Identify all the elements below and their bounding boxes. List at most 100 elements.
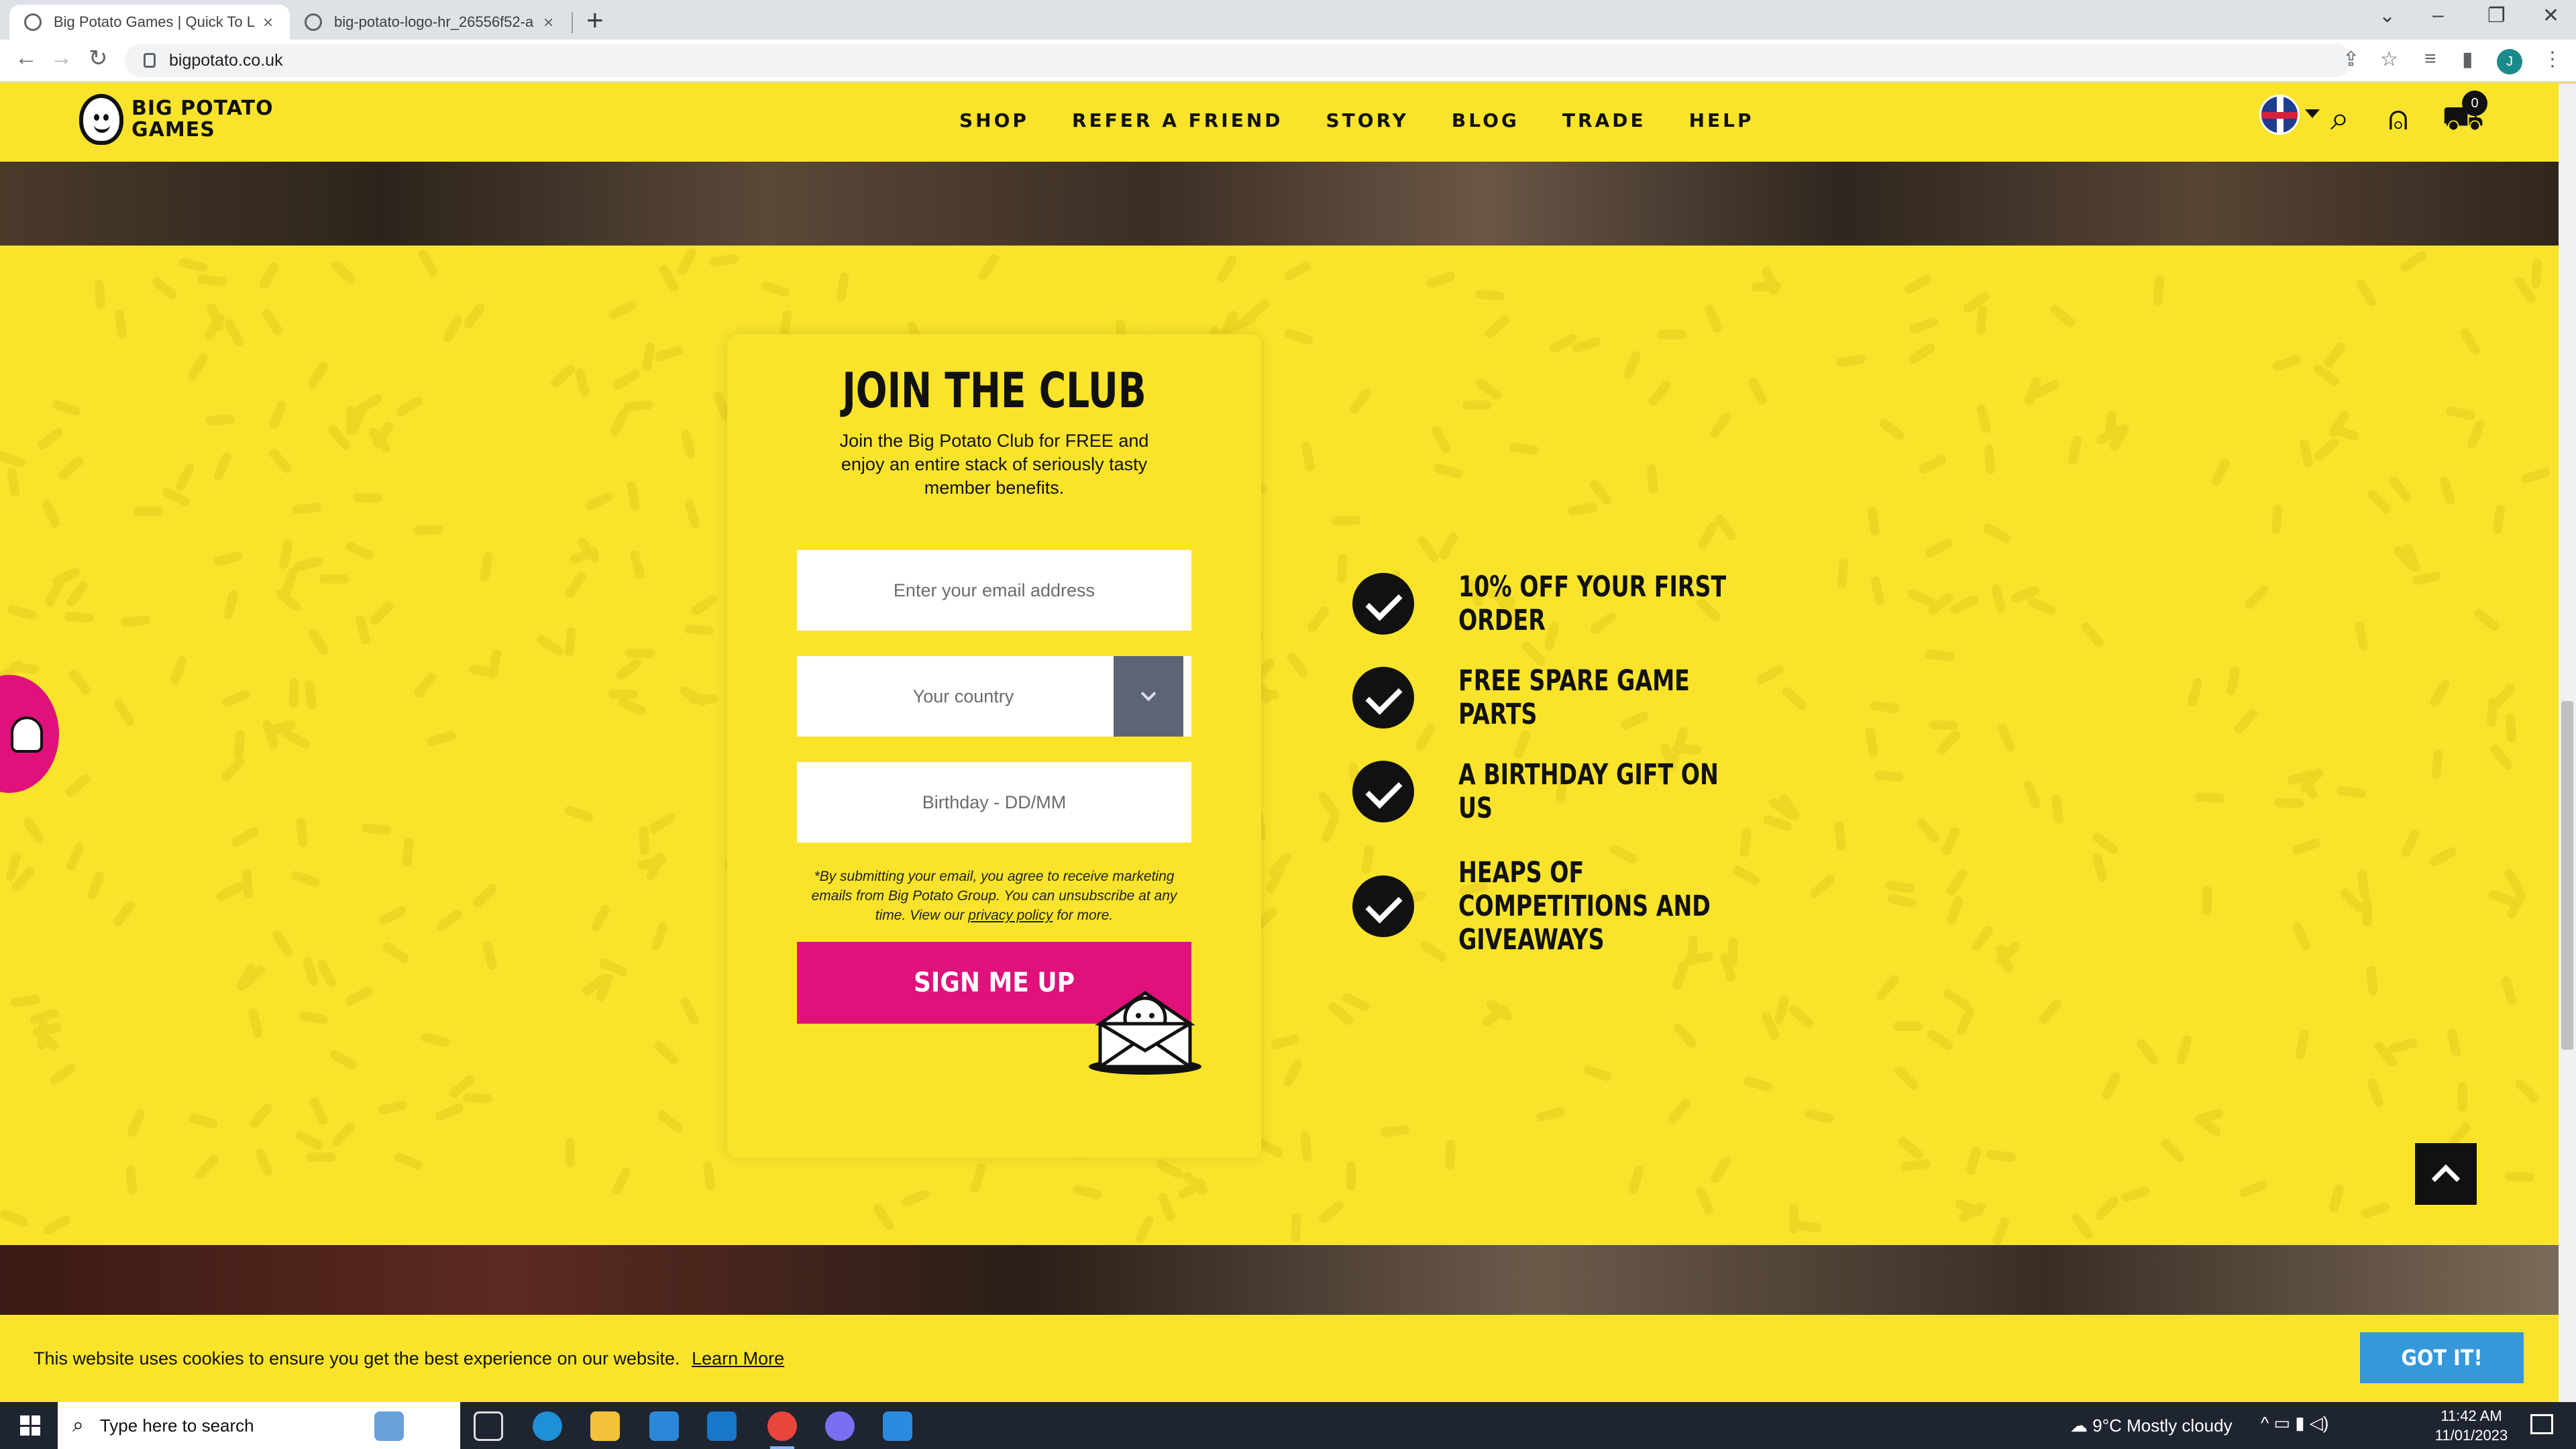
- discord-icon[interactable]: [825, 1411, 855, 1441]
- sprinkle-shape: [486, 649, 502, 680]
- back-icon[interactable]: ←: [15, 45, 38, 71]
- page-scrollbar[interactable]: [2559, 84, 2576, 1402]
- sprinkle-shape: [328, 1048, 359, 1072]
- sprinkle-shape: [2446, 1026, 2462, 1059]
- sprinkle-shape: [425, 729, 458, 748]
- sprinkle-shape: [241, 868, 254, 899]
- tab-logo-image[interactable]: big-potato-logo-hr_26556f52-a ×: [290, 5, 570, 40]
- sprinkle-shape: [295, 817, 309, 848]
- network-icon[interactable]: ▮: [2295, 1413, 2304, 1433]
- profile-avatar[interactable]: J: [2497, 49, 2522, 74]
- forward-icon[interactable]: →: [50, 45, 72, 71]
- windows-start-icon[interactable]: [20, 1415, 40, 1436]
- benefit-item: 10% OFF YOUR FIRST ORDER: [1352, 570, 1807, 637]
- nav-story[interactable]: STORY: [1326, 109, 1409, 131]
- sprinkle-shape: [1928, 720, 1959, 731]
- nav-shop[interactable]: SHOP: [959, 109, 1029, 131]
- notification-icon[interactable]: [2530, 1414, 2553, 1434]
- share-icon[interactable]: ⇪: [2343, 48, 2359, 71]
- sprinkle-shape: [639, 825, 649, 856]
- sprinkle-shape: [614, 657, 643, 682]
- scrollbar-thumb[interactable]: [2561, 701, 2573, 1050]
- nav-help[interactable]: HELP: [1689, 109, 1754, 131]
- country-select[interactable]: Your country: [797, 656, 1191, 737]
- edge-browser-icon[interactable]: [533, 1411, 562, 1441]
- file-explorer-icon[interactable]: [590, 1411, 620, 1441]
- benefit-item: FREE SPARE GAME PARTS: [1352, 664, 1807, 731]
- sprinkle-shape: [2271, 354, 2303, 372]
- restore-icon[interactable]: ❐: [2487, 4, 2506, 28]
- learn-more-link[interactable]: Learn More: [692, 1348, 784, 1368]
- sprinkle-shape: [413, 524, 444, 536]
- close-tab-icon[interactable]: ×: [263, 12, 273, 33]
- sprinkle-shape: [2090, 830, 2120, 856]
- mail-icon[interactable]: [707, 1411, 737, 1441]
- sprinkle-shape: [584, 490, 614, 512]
- search-highlight-icon[interactable]: [374, 1411, 404, 1441]
- battery-icon[interactable]: ▭: [2273, 1413, 2290, 1433]
- side-panel-icon[interactable]: ▮: [2462, 48, 2473, 71]
- sprinkle-shape: [268, 398, 288, 431]
- sprinkle-shape: [2520, 466, 2552, 485]
- search-icon[interactable]: ⌕: [2330, 99, 2349, 138]
- chevron-up-icon[interactable]: ^: [2261, 1413, 2269, 1433]
- sprinkle-shape: [2237, 1179, 2269, 1199]
- bookmark-star-icon[interactable]: ☆: [2380, 48, 2398, 71]
- region-caret-icon[interactable]: [2305, 109, 2320, 118]
- sprinkle-shape: [2048, 303, 2078, 329]
- sprinkle-shape: [111, 899, 137, 928]
- back-to-top-button[interactable]: [2415, 1143, 2477, 1205]
- sprinkle-shape: [66, 667, 93, 697]
- check-circle-icon: [1352, 573, 1414, 635]
- sprinkle-shape: [462, 1092, 493, 1104]
- got-it-button[interactable]: GOT IT!: [2360, 1332, 2524, 1383]
- nav-blog[interactable]: BLOG: [1452, 109, 1519, 131]
- benefit-text: 10% OFF YOUR FIRST ORDER: [1458, 570, 1727, 637]
- sprinkle-shape: [969, 1162, 987, 1194]
- reload-icon[interactable]: ↻: [89, 45, 108, 72]
- new-tab-icon[interactable]: +: [586, 4, 604, 38]
- close-window-icon[interactable]: ✕: [2542, 4, 2559, 28]
- benefit-text: FREE SPARE GAME PARTS: [1458, 664, 1690, 731]
- sprinkle-shape: [267, 446, 294, 476]
- sprinkle-shape: [174, 462, 197, 492]
- birthday-field[interactable]: Birthday - DD/MM: [797, 762, 1191, 843]
- reading-list-icon[interactable]: ≡: [2424, 48, 2436, 70]
- privacy-policy-link[interactable]: privacy policy: [968, 908, 1053, 923]
- sprinkle-shape: [64, 579, 90, 608]
- sprinkle-shape: [1567, 502, 1598, 517]
- taskbar-clock[interactable]: 11:42 AM 11/01/2023: [2424, 1406, 2518, 1445]
- minimize-icon[interactable]: –: [2432, 4, 2444, 27]
- menu-kebab-icon[interactable]: ⋮: [2542, 48, 2563, 71]
- sprinkle-shape: [304, 680, 317, 710]
- weather-widget[interactable]: ☁ 9°C Mostly cloudy: [2070, 1415, 2233, 1436]
- tab-big-potato[interactable]: Big Potato Games | Quick To Lea ×: [9, 5, 290, 40]
- sprinkle-shape: [1884, 879, 1915, 894]
- uk-flag-icon[interactable]: [2259, 95, 2300, 135]
- sprinkle-shape: [125, 1165, 138, 1195]
- volume-icon[interactable]: ◁): [2310, 1413, 2329, 1433]
- sprinkle-shape: [1462, 400, 1493, 411]
- chrome-icon[interactable]: [767, 1411, 797, 1449]
- close-tab-icon[interactable]: ×: [543, 12, 553, 33]
- address-bar[interactable]: bigpotato.co.uk: [125, 44, 2352, 77]
- big-potato-logo[interactable]: BIG POTATO GAMES: [79, 94, 274, 145]
- task-view-icon[interactable]: [474, 1411, 503, 1441]
- sprinkle-shape: [330, 1120, 357, 1149]
- sprinkle-shape: [392, 1151, 425, 1171]
- sprinkle-shape: [177, 257, 209, 273]
- system-tray[interactable]: ^ ▭ ▮ ◁): [2261, 1413, 2328, 1434]
- vscode-icon[interactable]: [883, 1411, 912, 1441]
- birthday-placeholder: Birthday - DD/MM: [922, 792, 1067, 812]
- sprinkle-shape: [2387, 1037, 2419, 1055]
- nav-trade[interactable]: TRADE: [1562, 109, 1646, 131]
- email-field[interactable]: Enter your email address: [797, 550, 1191, 631]
- country-dropdown-button[interactable]: [1114, 656, 1183, 737]
- join-club-section: JOIN THE CLUB Join the Big Potato Club f…: [0, 246, 2559, 1245]
- nav-refer-a-friend[interactable]: REFER A FRIEND: [1072, 109, 1283, 131]
- tab-search-chevron-icon[interactable]: ⌄: [2379, 4, 2396, 28]
- tab-divider: [572, 12, 573, 34]
- sprinkle-shape: [1282, 260, 1313, 282]
- microsoft-store-icon[interactable]: [649, 1411, 679, 1441]
- account-icon[interactable]: ⍝: [2388, 99, 2408, 138]
